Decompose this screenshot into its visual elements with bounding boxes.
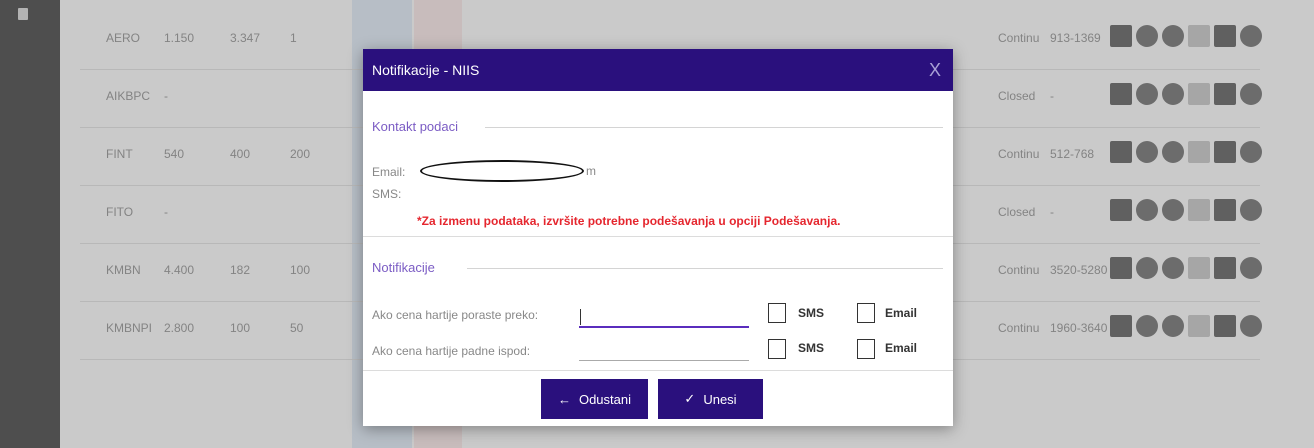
dialog-header: Notifikacije - NIIS X bbox=[363, 49, 953, 91]
notification-dialog: Notifikacije - NIIS X Kontakt podaci Ema… bbox=[363, 49, 953, 426]
text-cursor bbox=[580, 309, 581, 325]
price-fall-input[interactable] bbox=[579, 342, 749, 361]
settings-warning: *Za izmenu podataka, izvršite potrebne p… bbox=[417, 214, 841, 228]
rise-sms-label: SMS bbox=[798, 306, 825, 320]
close-icon[interactable]: X bbox=[929, 60, 941, 81]
redacted-email bbox=[420, 160, 584, 182]
fall-email-label: Email bbox=[885, 341, 918, 355]
cancel-label: Odustani bbox=[578, 391, 632, 407]
arrow-left-icon: ← bbox=[557, 391, 571, 407]
divider bbox=[485, 127, 943, 128]
fall-email-checkbox[interactable] bbox=[857, 339, 875, 359]
rise-email-label: Email bbox=[885, 306, 918, 320]
fall-sms-checkbox[interactable] bbox=[768, 339, 786, 359]
submit-button[interactable]: ✓ Unesi bbox=[658, 379, 763, 419]
divider bbox=[363, 236, 953, 237]
rise-sms-checkbox[interactable] bbox=[768, 303, 786, 323]
divider bbox=[467, 268, 943, 269]
notifications-section-legend: Notifikacije bbox=[372, 260, 435, 275]
rise-email-checkbox[interactable] bbox=[857, 303, 875, 323]
divider bbox=[363, 370, 953, 371]
contact-section-legend: Kontakt podaci bbox=[372, 119, 459, 134]
sms-label: SMS: bbox=[372, 187, 402, 201]
price-fall-label: Ako cena hartije padne ispod: bbox=[372, 344, 531, 358]
dialog-title: Notifikacije - NIIS bbox=[372, 62, 480, 78]
price-rise-input[interactable] bbox=[579, 308, 749, 328]
cancel-button[interactable]: ← Odustani bbox=[541, 379, 648, 419]
fall-sms-label: SMS bbox=[798, 341, 825, 355]
check-icon: ✓ bbox=[684, 391, 696, 406]
email-suffix: m bbox=[586, 164, 596, 178]
price-rise-label: Ako cena hartije poraste preko: bbox=[372, 308, 539, 322]
submit-label: Unesi bbox=[703, 391, 737, 407]
email-label: Email: bbox=[372, 165, 406, 179]
